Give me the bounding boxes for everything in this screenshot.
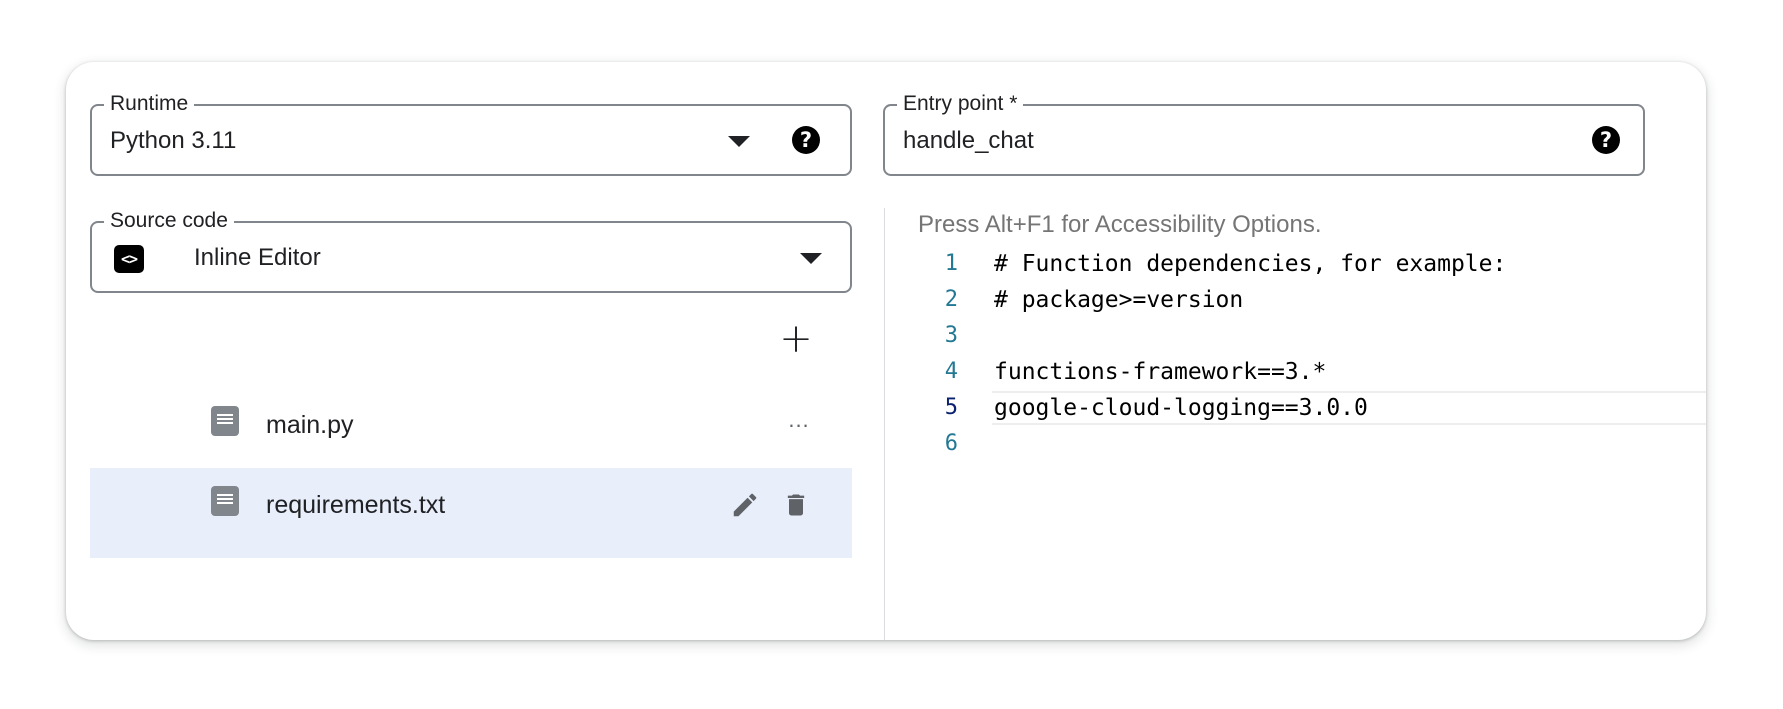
file-icon bbox=[211, 486, 239, 516]
dropdown-arrow-icon[interactable] bbox=[728, 136, 750, 147]
source-code-select[interactable]: Source code <> Inline Editor bbox=[90, 208, 852, 293]
vertical-divider bbox=[884, 208, 885, 640]
file-icon bbox=[211, 406, 239, 436]
file-name: requirements.txt bbox=[266, 491, 446, 519]
accessibility-hint: Press Alt+F1 for Accessibility Options. bbox=[918, 211, 1322, 238]
entry-point-label: Entry point * bbox=[897, 91, 1024, 117]
line-text: functions-framework==3.* bbox=[994, 359, 1327, 385]
file-item-requirements-txt[interactable]: requirements.txt bbox=[90, 468, 852, 558]
line-number: 1 bbox=[944, 251, 958, 276]
line-text: google-cloud-logging==3.0.0 bbox=[994, 395, 1368, 421]
code-editor[interactable]: 1 # Function dependencies, for example: … bbox=[886, 246, 1706, 462]
code-line[interactable]: 2 # package>=version bbox=[886, 282, 1706, 318]
entry-point-value: handle_chat bbox=[903, 127, 1034, 154]
source-code-value: Inline Editor bbox=[194, 244, 321, 271]
file-item-main-py[interactable]: main.py ... bbox=[90, 388, 852, 478]
entry-point-input[interactable]: Entry point * handle_chat ? bbox=[883, 91, 1645, 176]
line-number: 2 bbox=[944, 287, 958, 312]
line-number: 3 bbox=[944, 323, 958, 348]
code-line[interactable]: 3 bbox=[886, 318, 1706, 354]
runtime-value: Python 3.11 bbox=[110, 127, 237, 154]
code-line[interactable]: 4 functions-framework==3.* bbox=[886, 354, 1706, 390]
code-line-current[interactable]: 5 google-cloud-logging==3.0.0 bbox=[886, 390, 1706, 426]
line-number: 5 bbox=[944, 395, 958, 420]
trash-icon[interactable] bbox=[782, 490, 810, 520]
pencil-icon[interactable] bbox=[730, 490, 760, 520]
code-line[interactable]: 1 # Function dependencies, for example: bbox=[886, 246, 1706, 282]
file-name: main.py bbox=[266, 411, 354, 439]
help-icon[interactable]: ? bbox=[792, 126, 820, 154]
line-text: # Function dependencies, for example: bbox=[994, 251, 1507, 277]
help-icon[interactable]: ? bbox=[1592, 126, 1620, 154]
runtime-select[interactable]: Runtime Python 3.11 ? bbox=[90, 91, 852, 176]
dropdown-arrow-icon[interactable] bbox=[800, 253, 822, 264]
source-code-label: Source code bbox=[104, 208, 234, 234]
code-line[interactable]: 6 bbox=[886, 426, 1706, 462]
line-number: 6 bbox=[944, 431, 958, 456]
line-text: # package>=version bbox=[994, 287, 1244, 313]
runtime-label: Runtime bbox=[104, 91, 195, 117]
function-config-card: Runtime Python 3.11 ? Entry point * hand… bbox=[66, 62, 1706, 640]
line-number: 4 bbox=[944, 359, 958, 384]
more-options-button[interactable]: ... bbox=[784, 408, 814, 432]
code-icon: <> bbox=[114, 245, 144, 273]
add-file-button[interactable]: + bbox=[778, 319, 814, 359]
